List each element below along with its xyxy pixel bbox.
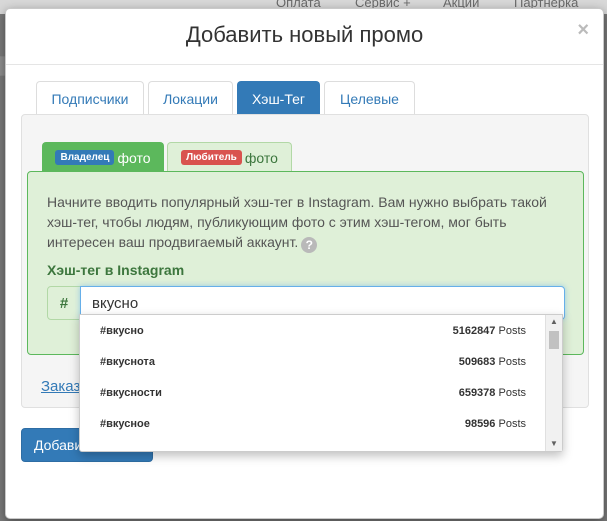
suggestion-unit: Posts [498,355,526,368]
order-link[interactable]: Заказ [41,378,80,395]
subtab-owner-photo[interactable]: Владелец фото [42,142,164,172]
scroll-thumb[interactable] [549,331,559,349]
modal-title: Добавить новый промо [185,22,424,47]
suggestion-item[interactable]: #вкусно 5162847 Posts [80,315,546,346]
description-text: Начните вводить популярный хэш-тег в Ins… [47,194,547,250]
tab-locations[interactable]: Локации [148,81,233,115]
suggestion-count: 5162847 [452,324,496,337]
close-button[interactable]: × [577,19,589,42]
suggestion-count: 659378 [458,386,496,399]
suggestion-unit: Posts [498,386,526,399]
suggestion-tag: #вкусно [100,324,144,337]
dropdown-scrollbar[interactable]: ▲ ▼ [545,315,562,451]
owner-photo-label: фото [117,149,151,166]
suggestion-item[interactable]: #вкусности 659378 Posts [80,377,546,408]
suggestion-tag: #вкуснота [100,355,155,368]
suggestion-unit: Posts [498,324,526,337]
tab-subscribers[interactable]: Подписчики [36,81,144,115]
suggestion-item[interactable]: #вкусное 98596 Posts [80,408,546,439]
hashtag-description: Начните вводить популярный хэш-тег в Ins… [47,192,567,253]
subtab-fan-photo[interactable]: Любитель фото [167,142,292,172]
tab-targeted[interactable]: Целевые [324,81,415,115]
fan-photo-label: фото [244,149,278,166]
suggestion-tag: #вкусности [100,386,162,399]
suggestion-count: 98596 [464,417,496,430]
help-icon[interactable]: ? [301,237,318,253]
hashtag-field-label: Хэш-тег в Instagram [47,262,185,278]
hashtag-suggestions-dropdown: #вкусно 5162847 Posts #вкуснота 509683 P… [79,314,563,452]
modal-header: Добавить новый промо × [6,9,603,65]
suggestion-item[interactable]: #вкуснота 509683 Posts [80,346,546,377]
hash-addon: # [47,286,81,320]
scroll-down-arrow-icon[interactable]: ▼ [546,437,562,451]
scroll-up-arrow-icon[interactable]: ▲ [546,315,562,329]
owner-badge: Владелец [55,150,115,165]
suggestion-unit: Posts [498,417,526,430]
suggestion-tag: #вкусное [100,417,150,430]
suggestion-count: 509683 [458,355,496,368]
suggestions-list: #вкусно 5162847 Posts #вкуснота 509683 P… [80,315,546,439]
tab-hashtag[interactable]: Хэш-Тег [237,81,320,115]
fan-badge: Любитель [181,150,242,165]
